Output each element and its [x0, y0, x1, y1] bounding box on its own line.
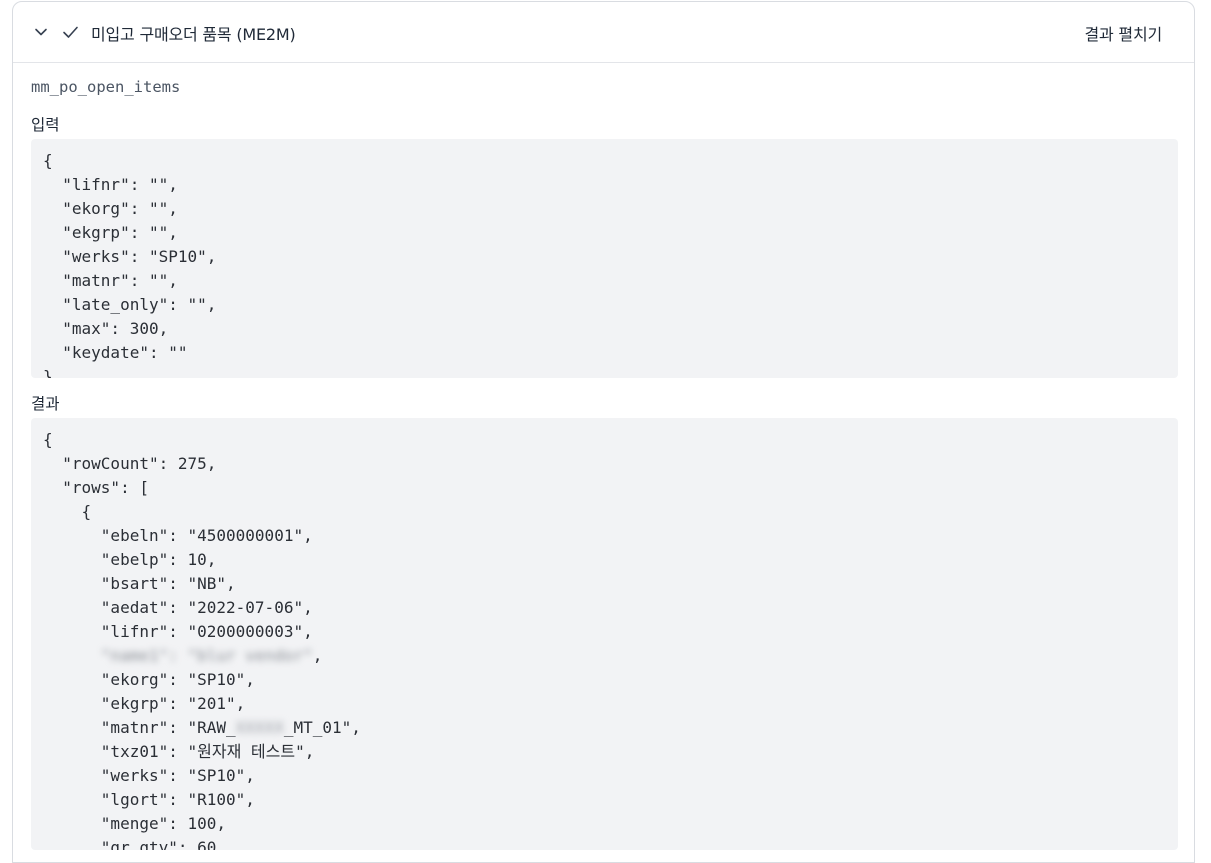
code-line: "matnr": "", — [43, 271, 178, 290]
code-line: "lgort": "R100", — [43, 790, 255, 809]
code-line: "ekgrp": "201", — [43, 694, 246, 713]
redacted-line: "name1": "blur vendor", — [43, 646, 323, 665]
result-label: 결과 — [31, 395, 60, 413]
code-line: "werks": "SP10", — [43, 247, 217, 266]
tool-name: mm_po_open_items — [31, 78, 181, 96]
redacted-material: XXXXX — [235, 718, 284, 737]
code-line: "bsart": "NB", — [43, 574, 236, 593]
code-line: { — [43, 430, 53, 449]
matnr-line: "matnr": "RAW_XXXXX_MT_01", — [43, 718, 361, 737]
code-line: "ekorg": "SP10", — [43, 670, 255, 689]
code-line: { — [43, 502, 92, 521]
code-line: "gr_qty": 60, — [43, 838, 227, 850]
card-header[interactable]: 미입고 구매오더 품목 (ME2M) 결과 펼치기 — [13, 2, 1194, 63]
code-line: "aedat": "2022-07-06", — [43, 598, 313, 617]
code-line: "txz01": "원자재 테스트", — [43, 742, 315, 761]
code-line: "max": 300, — [43, 319, 169, 338]
redacted-text: "name1": "blur vendor" — [43, 646, 313, 665]
code-line: "ekgrp": "", — [43, 223, 178, 242]
code-line: "keydate": "" — [43, 343, 188, 362]
code-line: "menge": 100, — [43, 814, 227, 833]
input-label: 입력 — [31, 116, 60, 134]
code-line: "ebeln": "4500000001", — [43, 526, 313, 545]
code-line: } — [43, 367, 53, 378]
code-line: "ebelp": 10, — [43, 550, 217, 569]
tool-call-card: 미입고 구매오더 품목 (ME2M) 결과 펼치기 mm_po_open_ite… — [12, 1, 1195, 863]
code-line: "ekorg": "", — [43, 199, 178, 218]
result-code-block[interactable]: { "rowCount": 275, "rows": [ { "ebeln": … — [31, 418, 1178, 850]
check-icon — [63, 26, 78, 38]
code-line: "rows": [ — [43, 478, 149, 497]
code-line: "lifnr": "", — [43, 175, 178, 194]
input-json: { "lifnr": "", "ekorg": "", "ekgrp": "",… — [31, 139, 1178, 378]
code-line: { — [43, 151, 53, 170]
card-title: 미입고 구매오더 품목 (ME2M) — [91, 25, 296, 44]
code-line: "lifnr": "0200000003", — [43, 622, 313, 641]
chevron-down-icon[interactable] — [33, 24, 49, 40]
input-code-block[interactable]: { "lifnr": "", "ekorg": "", "ekgrp": "",… — [31, 139, 1178, 378]
expand-results-button[interactable]: 결과 펼치기 — [1085, 21, 1163, 45]
code-line: "rowCount": 275, — [43, 454, 217, 473]
code-line: "werks": "SP10", — [43, 766, 255, 785]
code-line: "late_only": "", — [43, 295, 217, 314]
result-json: { "rowCount": 275, "rows": [ { "ebeln": … — [31, 418, 1178, 850]
